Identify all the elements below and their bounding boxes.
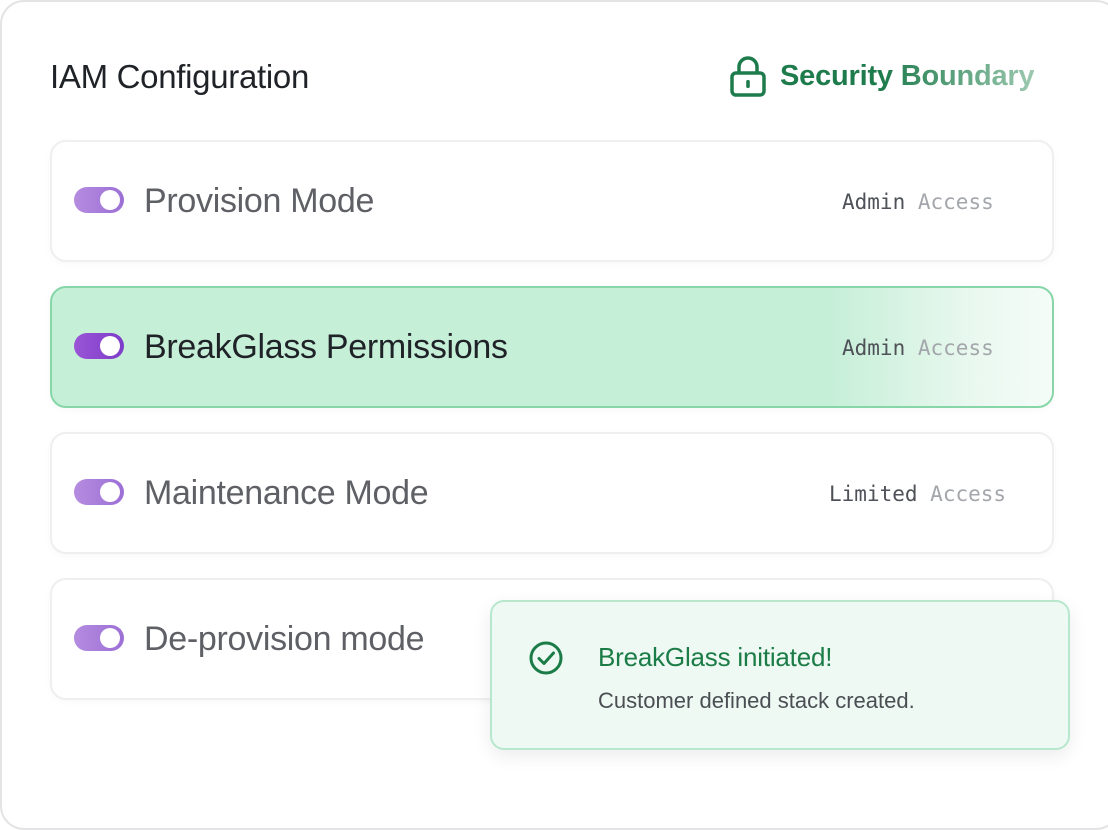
mode-label: BreakGlass Permissions (144, 328, 508, 366)
toast-message: Customer defined stack created. (598, 688, 915, 713)
check-circle-icon (528, 640, 564, 681)
access-level: Limited (829, 482, 918, 506)
toast-notification: BreakGlass initiated! Customer defined s… (490, 600, 1070, 750)
provision-mode-toggle[interactable] (74, 187, 124, 213)
toggle-knob (100, 628, 120, 648)
mode-label: Maintenance Mode (144, 474, 429, 512)
mode-row-provision[interactable]: Provision Mode Admin Access (50, 140, 1054, 262)
access-word: Access (917, 336, 994, 360)
lock-icon (728, 54, 768, 98)
security-boundary-label: Security Boundary (780, 59, 1035, 92)
security-boundary: Security Boundary (728, 54, 1035, 98)
toggle-knob (100, 190, 120, 210)
access-level: Admin (842, 190, 906, 214)
mode-label: Provision Mode (144, 182, 375, 220)
breakglass-toggle[interactable] (74, 333, 124, 359)
deprovision-mode-toggle[interactable] (74, 625, 124, 651)
page-title: IAM Configuration (50, 58, 310, 95)
toggle-knob (100, 336, 120, 356)
access-badge: Limited Access (829, 482, 1006, 506)
toggle-knob (100, 482, 120, 502)
toast-title: BreakGlass initiated! (598, 642, 833, 672)
mode-row-breakglass[interactable]: BreakGlass Permissions Admin Access (50, 286, 1054, 408)
access-word: Access (917, 190, 994, 214)
mode-row-maintenance[interactable]: Maintenance Mode Limited Access (50, 432, 1054, 554)
access-badge: Admin Access (842, 336, 994, 360)
access-word: Access (930, 482, 1007, 506)
access-badge: Admin Access (842, 190, 994, 214)
mode-label: De-provision mode (144, 620, 425, 658)
maintenance-mode-toggle[interactable] (74, 479, 124, 505)
access-level: Admin (842, 336, 906, 360)
